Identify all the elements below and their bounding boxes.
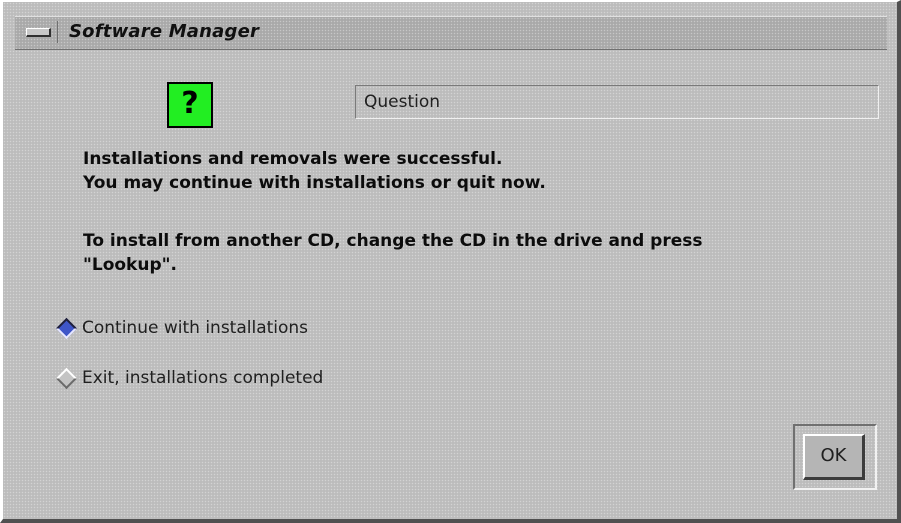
radio-unselected-icon [55,367,78,389]
title-bar[interactable]: Software Manager [15,16,887,50]
message-line-3: To install from another CD, change the C… [83,231,703,251]
question-icon: ? [167,82,213,128]
dialog-window: Software Manager ? Question Installation… [0,0,901,523]
ok-button-frame: OK [793,424,877,490]
radio-exit-installations[interactable]: Exit, installations completed [53,365,323,391]
window-title: Software Manager [69,21,260,42]
message-line-4: "Lookup". [83,255,177,275]
message-line-2: You may continue with installations or q… [83,173,546,193]
radio-selected-icon [55,317,78,339]
ok-button[interactable]: OK [803,434,865,480]
window-menu-button[interactable] [19,21,58,43]
radio-label: Exit, installations completed [82,368,324,388]
radio-label: Continue with installations [82,318,309,338]
message-line-1: Installations and removals were successf… [83,149,503,169]
window-menu-icon [25,27,51,37]
dialog-type-field: Question [355,85,879,119]
radio-continue-installations[interactable]: Continue with installations [53,315,308,341]
